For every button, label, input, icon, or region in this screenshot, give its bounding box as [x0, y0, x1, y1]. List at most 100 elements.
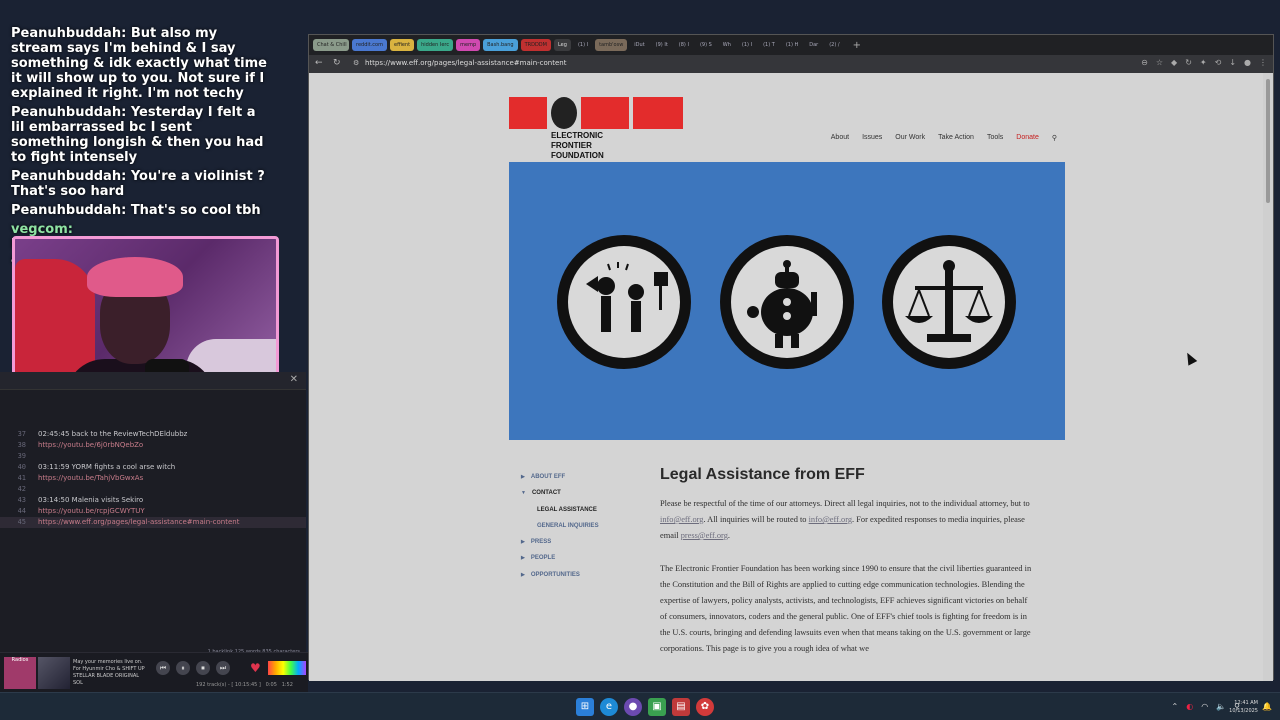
windows-start-icon[interactable]: ⊞	[576, 698, 594, 716]
app-icon-strawberry[interactable]: ✿	[696, 698, 714, 716]
browser-tab[interactable]: memp	[456, 39, 481, 51]
download-icon[interactable]: ↓	[1229, 58, 1236, 67]
browser-tab[interactable]: Chat & Chill	[313, 39, 349, 51]
system-clock[interactable]: 12:41 AM 10/13/2025	[1229, 699, 1258, 715]
caret-right-icon: ▶	[521, 539, 525, 546]
nav-donate[interactable]: Donate	[1016, 134, 1039, 142]
sidenav-item[interactable]: GENERAL INQUIRIES	[521, 520, 599, 536]
app-icon-purple[interactable]: ●	[624, 698, 642, 716]
chat-username: vegcom:	[11, 222, 73, 237]
refresh-icon[interactable]: ↻	[1185, 58, 1192, 67]
nav-issues[interactable]: Issues	[862, 134, 882, 142]
browser-tab[interactable]: Leg	[553, 39, 571, 51]
info-email-link-2[interactable]: info@eff.org	[809, 515, 852, 524]
browser-tab[interactable]: reddit.com	[352, 39, 387, 51]
browser-tab[interactable]: (9) It	[652, 39, 672, 51]
chat-username: Peanuhbuddah:	[11, 26, 127, 41]
app-icon-green[interactable]: ▣	[648, 698, 666, 716]
browser-tab[interactable]: tamb'osw	[595, 39, 628, 51]
sidenav-item[interactable]: LEGAL ASSISTANCE	[521, 504, 599, 520]
scrollbar-thumb[interactable]	[1266, 79, 1270, 203]
menu-icon[interactable]: ⋮	[1259, 58, 1267, 67]
sidenav-label: LEGAL ASSISTANCE	[537, 506, 597, 513]
browser-tab[interactable]: effient	[390, 39, 415, 51]
main-content: Legal Assistance from EFF Please be resp…	[660, 466, 1032, 674]
sidenav-label: ABOUT EFF	[530, 474, 566, 480]
info-email-link[interactable]: info@eff.org	[660, 515, 703, 524]
previous-icon[interactable]: ⏮	[156, 661, 170, 675]
browser-tab[interactable]: (1) I	[574, 39, 592, 51]
browser-tab[interactable]: Bash.bang	[483, 39, 518, 51]
editor-link[interactable]: https://youtu.be/TahjVbGwxAs	[38, 473, 143, 484]
browser-tab[interactable]: (9) S	[696, 39, 716, 51]
puzzle-icon[interactable]: ✦	[1200, 58, 1207, 67]
editor-link[interactable]: https://www.eff.org/pages/legal-assistan…	[38, 517, 239, 528]
new-tab-icon[interactable]: +	[853, 40, 861, 51]
nav-about[interactable]: About	[831, 134, 849, 142]
browser-tab[interactable]: TRDDDM	[520, 39, 551, 51]
edge-icon[interactable]: e	[600, 698, 618, 716]
browser-tab[interactable]: (8) I	[675, 39, 693, 51]
browser-tab[interactable]: iDut	[630, 39, 648, 51]
editor-line[interactable]: 39	[0, 451, 306, 462]
editor-line[interactable]: 45 https://www.eff.org/pages/legal-assist…	[0, 517, 306, 528]
editor-link[interactable]: https://youtu.be/rcpjGCWYTUY	[38, 506, 145, 517]
line-number: 43	[17, 496, 26, 504]
nav-our-work[interactable]: Our Work	[895, 134, 925, 142]
tray-chevron-icon[interactable]: ⌃	[1172, 702, 1179, 711]
zoom-icon[interactable]: ⊖	[1141, 58, 1148, 67]
sidenav-item[interactable]: ▶ OPPORTUNITIES	[521, 569, 599, 585]
browser-tab[interactable]: (1) T	[759, 39, 779, 51]
eff-page: ELECTRONIC FRONTIER FOUNDATION About Iss…	[309, 73, 1265, 681]
sidenav-item[interactable]: ▼ CONTACT	[521, 487, 599, 503]
wifi-icon[interactable]: ◠	[1201, 702, 1208, 711]
browser-tab[interactable]: (1) H	[782, 39, 802, 51]
next-icon[interactable]: ⏭	[216, 661, 230, 675]
history-icon[interactable]: ⟲	[1215, 58, 1222, 67]
logo-text: ELECTRONIC FRONTIER FOUNDATION	[551, 131, 604, 161]
browser-tab[interactable]: Dar	[805, 39, 822, 51]
nav-tools[interactable]: Tools	[987, 134, 1003, 142]
site-info-icon[interactable]: ⚙	[353, 59, 359, 67]
star-icon[interactable]: ☆	[1156, 58, 1163, 67]
eff-logo[interactable]: ELECTRONIC FRONTIER FOUNDATION	[509, 97, 683, 163]
browser-tab[interactable]: (1) I	[738, 39, 756, 51]
sidenav-item[interactable]: ▶ PRESS	[521, 536, 599, 552]
browser-tab[interactable]: (2) /	[825, 39, 843, 51]
editor-line[interactable]: 42	[0, 484, 306, 495]
volume-icon[interactable]: 🔈	[1216, 702, 1226, 711]
nav-take-action[interactable]: Take Action	[938, 134, 974, 142]
stop-icon[interactable]: ⏹	[196, 661, 210, 675]
album-art	[38, 657, 70, 689]
page-scrollbar[interactable]	[1263, 73, 1273, 681]
sidenav-label: PEOPLE	[530, 555, 556, 562]
pause-icon[interactable]: ⏸	[176, 661, 190, 675]
line-number: 42	[17, 485, 26, 493]
back-icon[interactable]: ←	[315, 58, 323, 68]
editor-line[interactable]: 37 02:45:45 back to the ReviewTechDEldubb…	[0, 429, 306, 440]
notification-icon[interactable]: 🔔	[1262, 702, 1272, 711]
editor-line[interactable]: 40 03:11:59 YORM fights a cool arse witch	[0, 462, 306, 473]
heart-icon[interactable]: ♥	[250, 661, 261, 675]
tray-app-icon[interactable]: ◐	[1186, 702, 1193, 711]
line-number: 44	[17, 507, 26, 515]
search-icon[interactable]: ⚲	[1052, 134, 1057, 142]
extension-icon[interactable]: ◆	[1171, 58, 1177, 67]
sidenav-item[interactable]: ▶ PEOPLE	[521, 552, 599, 568]
editor-line[interactable]: 44 https://youtu.be/rcpjGCWYTUY	[0, 506, 306, 517]
browser-tab[interactable]: hidden Ierc	[417, 39, 454, 51]
editor-line[interactable]: 41 https://youtu.be/TahjVbGwxAs	[0, 473, 306, 484]
close-icon[interactable]: ✕	[290, 374, 298, 385]
editor-link[interactable]: https://youtu.be/6j0rbNQebZo	[38, 440, 143, 451]
browser-tab[interactable]: Wh	[719, 39, 735, 51]
reload-icon[interactable]: ↻	[333, 58, 341, 68]
editor-line[interactable]: 38 https://youtu.be/6j0rbNQebZo	[0, 440, 306, 451]
app-icon-red[interactable]: ▤	[672, 698, 690, 716]
profile-icon[interactable]: ●	[1244, 58, 1251, 67]
intro-text-b: . All inquiries will be routed to	[703, 515, 809, 524]
music-player: Radios May your memories live on. For Hy…	[0, 652, 308, 692]
url-field[interactable]: https://www.eff.org/pages/legal-assistan…	[365, 59, 566, 67]
editor-line[interactable]: 43 03:14:50 Malenia visits Sekiro	[0, 495, 306, 506]
press-email-link[interactable]: press@eff.org	[681, 531, 728, 540]
sidenav-item[interactable]: ▶ ABOUT EFF	[521, 471, 599, 487]
